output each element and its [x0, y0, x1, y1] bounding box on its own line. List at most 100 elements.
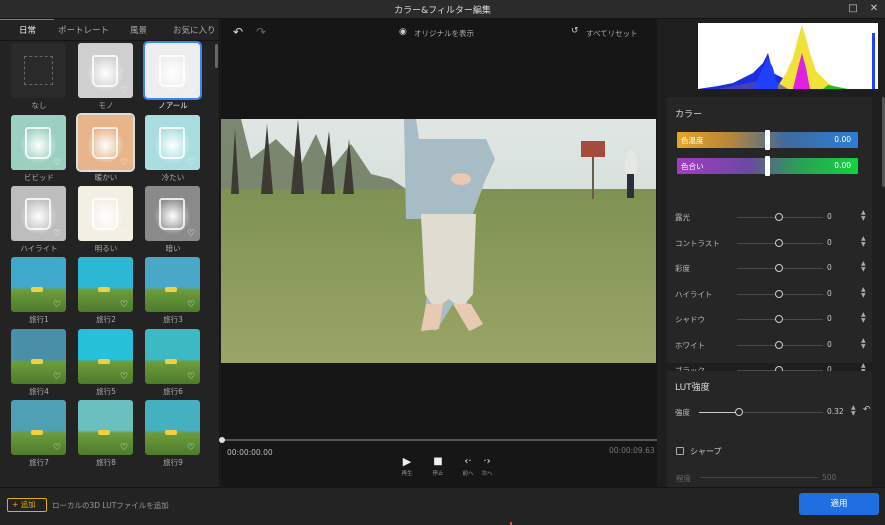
filter-thumb[interactable]: ♡: [78, 400, 133, 455]
stop-button[interactable]: ■ 停止: [423, 455, 453, 477]
add-lut-button[interactable]: + 追加: [7, 498, 47, 512]
playhead[interactable]: [219, 437, 225, 443]
favorite-heart-icon[interactable]: ♡: [120, 86, 130, 96]
adjust-spinner[interactable]: ▲▼: [861, 286, 866, 299]
adjust-handle[interactable]: [775, 289, 783, 298]
filter-tabs: 日常 ポートレート 風景 お気に入り: [0, 19, 219, 41]
favorite-heart-icon[interactable]: ♡: [120, 372, 130, 382]
favorite-heart-icon[interactable]: ♡: [53, 229, 63, 239]
lut-strength-handle[interactable]: [734, 408, 743, 416]
filter-thumb[interactable]: ♡: [11, 329, 66, 384]
adjust-spinner[interactable]: ▲▼: [861, 261, 866, 273]
favorite-heart-icon[interactable]: ♡: [53, 443, 63, 453]
adjust-row: ホワイト 0 ▲ ▼: [675, 337, 870, 353]
favorite-heart-icon[interactable]: ♡: [53, 300, 63, 310]
filter-thumb[interactable]: ♡: [145, 115, 200, 170]
filter-thumb[interactable]: ♡: [76, 113, 135, 172]
favorite-heart-icon[interactable]: ♡: [187, 300, 197, 310]
filter-thumb[interactable]: ♡: [78, 43, 133, 98]
adjust-handle[interactable]: [775, 264, 783, 272]
apply-button[interactable]: 適用: [799, 493, 879, 515]
temperature-slider[interactable]: 色温度 0.00: [677, 130, 858, 150]
lut-reset-icon[interactable]: ↶: [863, 405, 871, 415]
sharpen-amount-track[interactable]: [700, 477, 818, 478]
adjust-handle[interactable]: [775, 340, 783, 349]
adjust-value[interactable]: 0: [827, 314, 857, 323]
tint-value: 0.00: [834, 161, 851, 170]
filter-thumb[interactable]: ♡: [11, 400, 66, 455]
temperature-handle[interactable]: [765, 130, 770, 150]
favorite-heart-icon[interactable]: ♡: [187, 86, 197, 96]
maximize-icon[interactable]: □: [842, 0, 864, 18]
tint-slider[interactable]: 色合い 0.00: [677, 156, 858, 176]
adjust-value[interactable]: 0: [827, 238, 857, 247]
filter-thumb[interactable]: ♡: [78, 257, 133, 312]
adjust-value[interactable]: 0: [827, 289, 857, 298]
favorite-heart-icon[interactable]: ♡: [187, 158, 197, 168]
filter-thumb[interactable]: ♡: [143, 41, 202, 100]
filter-thumb[interactable]: ♡: [145, 186, 200, 241]
tab-landscape[interactable]: 風景: [130, 24, 147, 36]
adjust-spinner[interactable]: ▲▼: [861, 210, 866, 222]
filter-label: 旅行9: [163, 458, 183, 467]
favorite-heart-icon[interactable]: ♡: [53, 158, 63, 168]
lut-strength-track[interactable]: [699, 412, 823, 413]
filter-thumb[interactable]: ♡: [11, 257, 66, 312]
video-preview: [221, 119, 656, 363]
glass-graphic: [92, 127, 118, 159]
temperature-label: 色温度: [681, 136, 704, 145]
filter-thumb[interactable]: ♡: [145, 400, 200, 455]
undo-icon[interactable]: ↶: [233, 25, 243, 39]
favorite-heart-icon[interactable]: ♡: [53, 372, 63, 382]
filter-thumb[interactable]: ♡: [145, 257, 200, 312]
filter-thumb[interactable]: ♡: [145, 329, 200, 384]
filter-label: ノアール: [158, 101, 188, 110]
filter-label: なし: [31, 101, 47, 110]
next-frame-button[interactable]: ·› 次へ: [472, 455, 502, 477]
filter-scrollbar[interactable]: [215, 44, 218, 68]
adjust-spinner[interactable]: ▲▼: [861, 312, 866, 324]
adjust-handle[interactable]: [775, 238, 783, 247]
play-button[interactable]: ▶ 再生: [392, 455, 422, 477]
adjust-value[interactable]: 0: [827, 340, 857, 349]
favorite-heart-icon[interactable]: ♡: [187, 443, 197, 453]
favorite-heart-icon[interactable]: ♡: [120, 229, 130, 239]
tab-favorites[interactable]: お気に入り: [173, 24, 216, 36]
adjust-value[interactable]: 0: [827, 263, 857, 272]
filter-thumb[interactable]: ♡: [78, 186, 133, 241]
tab-portrait[interactable]: ポートレート: [58, 24, 109, 36]
show-original-button[interactable]: オリジナルを表示: [414, 28, 474, 39]
timeline-track[interactable]: [219, 437, 657, 443]
adjust-spinner[interactable]: ▲▼: [861, 337, 866, 350]
redo-icon[interactable]: ↷: [256, 25, 266, 39]
sharpen-section: シャープ 程度 500: [667, 437, 872, 487]
lut-strength-spinner[interactable]: ▲ ▼: [851, 405, 856, 417]
current-time: 00:00:00.00: [227, 448, 273, 457]
preview-panel: ↶ ↷ ◉ オリジナルを表示 ↺ すべてリセット 00:00:00.00 00:…: [219, 19, 657, 487]
filter-thumb[interactable]: ♡: [78, 329, 133, 384]
sharpen-amount-value[interactable]: 500: [822, 473, 836, 482]
close-icon[interactable]: ✕: [863, 0, 885, 18]
eye-icon[interactable]: ◉: [399, 27, 407, 37]
tint-handle[interactable]: [765, 156, 770, 176]
adjust-label: シャドウ: [675, 315, 705, 324]
adjust-spinner[interactable]: ▲▼: [861, 235, 866, 248]
car-graphic: [165, 430, 177, 435]
tab-daily[interactable]: 日常: [19, 24, 36, 36]
favorite-heart-icon[interactable]: ♡: [120, 443, 130, 453]
filter-label: 旅行3: [163, 315, 183, 324]
favorite-heart-icon[interactable]: ♡: [187, 372, 197, 382]
sharpen-checkbox[interactable]: [676, 447, 684, 455]
reset-all-button[interactable]: すべてリセット: [586, 28, 638, 39]
adjust-handle[interactable]: [775, 213, 783, 221]
favorite-heart-icon[interactable]: ♡: [120, 300, 130, 310]
total-time: 00:00:09.63: [609, 446, 655, 455]
reset-icon[interactable]: ↺: [571, 26, 579, 36]
adjust-handle[interactable]: [775, 315, 783, 323]
adjust-value[interactable]: 0: [827, 212, 857, 221]
favorite-heart-icon[interactable]: ♡: [187, 229, 197, 239]
filter-thumb[interactable]: ♡: [11, 115, 66, 170]
favorite-heart-icon[interactable]: ♡: [120, 158, 130, 168]
filter-thumb[interactable]: [11, 43, 66, 98]
filter-thumb[interactable]: ♡: [11, 186, 66, 241]
